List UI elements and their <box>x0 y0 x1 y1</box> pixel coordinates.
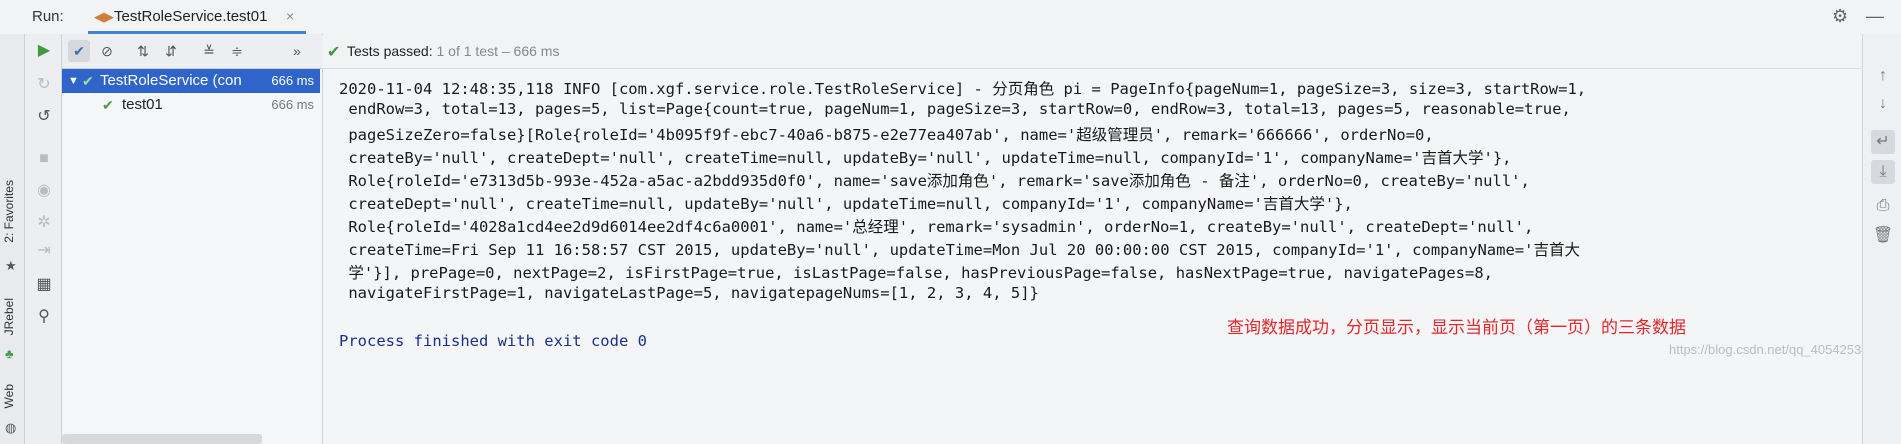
sort-alpha-icon[interactable]: ⇅ <box>132 40 154 62</box>
camera-icon[interactable]: ◉ <box>33 180 55 202</box>
tree-scrollbar[interactable] <box>62 434 262 444</box>
rerun-failed-icon[interactable]: ↻ <box>33 74 55 96</box>
soft-wrap-icon[interactable]: ↵ <box>1871 130 1895 154</box>
junit-run-icon: ◀▶ <box>94 9 114 24</box>
layout-icon[interactable]: ▦ <box>33 274 55 296</box>
collapse-all-icon[interactable]: ≑ <box>226 40 248 62</box>
run-toolwindow-header: Run: ◀▶ TestRoleService.test01 × ⚙ — <box>0 0 1901 35</box>
web-tab[interactable]: Web <box>2 384 16 408</box>
tree-root-time: 666 ms <box>271 73 314 88</box>
annotation-text: 查询数据成功，分页显示，显示当前页（第一页）的三条数据 <box>1227 318 1686 338</box>
test-tree: ▼ ✔ TestRoleService (con 666 ms ✔ test01… <box>62 69 323 444</box>
status-prefix: Tests passed: <box>347 43 433 59</box>
console-line: pageSizeZero=false}[Role{roleId='4b095f9… <box>339 126 1434 144</box>
tree-root-row[interactable]: ▼ ✔ TestRoleService (con 666 ms <box>62 69 320 93</box>
status-detail: 1 of 1 test – 666 ms <box>436 43 560 59</box>
console-line: createBy='null', createDept='null', crea… <box>339 149 1512 167</box>
check-icon: ✔ <box>102 97 114 113</box>
expand-all-icon[interactable]: ≚ <box>198 40 220 62</box>
console-line: Role{roleId='e7313d5b-993e-452a-a5ac-a2b… <box>339 172 1530 190</box>
console-output[interactable]: ········································… <box>323 69 1863 444</box>
tree-child-row[interactable]: ✔ test01 666 ms <box>62 93 320 117</box>
sort-duration-icon[interactable]: ⇵ <box>160 40 182 62</box>
down-arrow-icon[interactable]: ↓ <box>1871 92 1895 116</box>
tree-root-name: TestRoleService (con <box>100 72 242 89</box>
jrebel-tab[interactable]: JRebel <box>2 298 16 335</box>
exit-icon[interactable]: ⇥ <box>33 240 55 262</box>
stop-icon[interactable]: ■ <box>33 148 55 170</box>
more-icon[interactable]: » <box>286 40 308 62</box>
watermark: https://blog.csdn.net/qq_40542534 <box>1669 342 1863 357</box>
show-ignored-icon[interactable]: ⊘ <box>96 40 118 62</box>
scroll-to-end-icon[interactable]: ⤓ <box>1871 160 1895 184</box>
print-icon[interactable]: ⎙ <box>1871 194 1895 218</box>
test-toolbar: ✔ ⊘ ⇅ ⇵ ≚ ≑ » <box>62 34 322 69</box>
console-line: 2020-11-04 12:48:35,118 INFO [com.xgf.se… <box>339 80 1587 98</box>
jrebel-icon: ♣ <box>5 346 14 361</box>
tree-child-time: 666 ms <box>271 97 314 112</box>
favorites-tab[interactable]: 2: Favorites <box>2 180 16 243</box>
close-icon[interactable]: × <box>286 8 294 24</box>
console-line: endRow=3, total=13, pages=5, list=Page{c… <box>339 100 1571 118</box>
minimize-icon[interactable]: — <box>1866 6 1884 27</box>
tree-child-name: test01 <box>122 96 163 113</box>
globe-icon: ◍ <box>5 420 17 435</box>
console-line: Role{roleId='4028a1cd4ee2d9d6014ee2df4c6… <box>339 218 1534 236</box>
status-text: Tests passed: 1 of 1 test – 666 ms <box>347 43 559 59</box>
run-label: Run: <box>32 8 64 25</box>
console-line: createDept='null', createTime=null, upda… <box>339 195 1353 213</box>
process-finished-line: Process finished with exit code 0 <box>339 332 647 350</box>
settings-icon[interactable]: ✲ <box>33 212 55 234</box>
toggle-auto-test-icon[interactable]: ↺ <box>33 106 55 128</box>
rerun-icon[interactable]: ▶ <box>33 40 55 62</box>
trash-icon[interactable]: 🗑 <box>1871 224 1895 248</box>
test-status-bar: ✔ Tests passed: 1 of 1 test – 666 ms <box>323 34 1863 69</box>
console-line: navigateFirstPage=1, navigateLastPage=5,… <box>339 284 1039 302</box>
tab-label: TestRoleService.test01 <box>114 8 268 25</box>
console-side-toolbar: ↑ ↓ ↵ ⤓ ⎙ 🗑 <box>1862 34 1901 444</box>
check-icon: ✔ <box>327 44 341 61</box>
show-passed-icon[interactable]: ✔ <box>68 40 90 62</box>
check-icon: ✔ <box>82 73 94 89</box>
left-tool-strip: 2: Favorites ★ JRebel ♣ Web ◍ <box>0 34 25 444</box>
star-icon: ★ <box>5 258 17 273</box>
console-line: createTime=Fri Sep 11 16:58:57 CST 2015,… <box>339 241 1580 259</box>
expand-arrow-icon[interactable]: ▼ <box>68 69 79 93</box>
console-line: 学'}], prePage=0, nextPage=2, isFirstPage… <box>339 264 1493 282</box>
console-line-partial: ········································… <box>339 69 1030 75</box>
tab-test-run[interactable]: ◀▶ TestRoleService.test01 × <box>88 0 306 34</box>
pin-icon[interactable]: ⚲ <box>33 306 55 328</box>
gear-icon[interactable]: ⚙ <box>1832 6 1848 27</box>
run-tool-column: ▶ ↻ ↺ ■ ◉ ✲ ⇥ ▦ ⚲ <box>25 34 62 444</box>
up-arrow-icon[interactable]: ↑ <box>1871 64 1895 88</box>
